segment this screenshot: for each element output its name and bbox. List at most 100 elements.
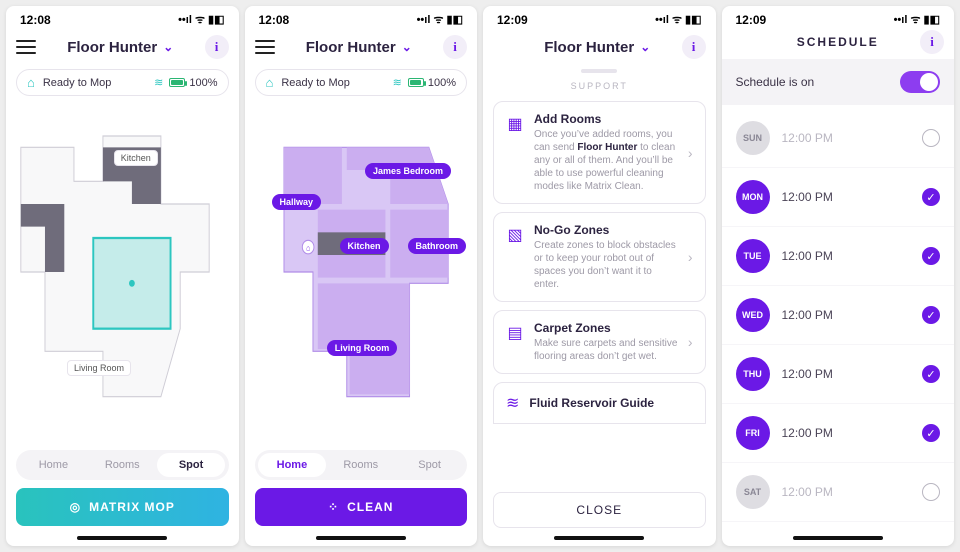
day-chip: SAT [736,475,770,509]
schedule-row-mon[interactable]: MON12:00 PM✓ [722,168,955,227]
day-chip: THU [736,357,770,391]
status-bar: 12:09 ••ıl ᯤ ▮◧ [483,6,716,27]
menu-button[interactable] [255,40,275,54]
matrix-mop-button[interactable]: ◎ MATRIX MOP [16,488,229,526]
device-name: Floor Hunter [67,39,157,56]
screen-support: 12:09 ••ıl ᯤ ▮◧ Floor Hunter ⌄ i SUPPORT… [483,6,716,546]
day-check[interactable]: ✓ [922,306,940,324]
chevron-right-icon: › [688,334,693,350]
info-button[interactable]: i [682,35,706,59]
status-icons: ••ıl ᯤ ▮◧ [655,12,701,27]
toggle-label: Schedule is on [736,75,815,89]
schedule-day-list: SUN12:00 PMMON12:00 PM✓TUE12:00 PM✓WED12… [722,109,955,536]
robot-status-pill[interactable]: ⌂ Ready to Mop ≋ 100% [255,69,468,96]
clock: 12:09 [736,13,767,27]
chevron-down-icon: ⌄ [640,40,650,54]
day-time: 12:00 PM [782,485,833,499]
status-bar: 12:08 ••ıl ᯤ ▮◧ [6,6,239,27]
room-label-living-room: Living Room [67,360,131,376]
card-nogo-zones[interactable]: ▧ No-Go Zones Create zones to block obst… [493,212,706,302]
day-time: 12:00 PM [782,249,833,263]
page-title: SCHEDULE [797,35,879,49]
day-chip: FRI [736,416,770,450]
sheet-title: SUPPORT [493,81,706,91]
schedule-row-fri[interactable]: FRI12:00 PM✓ [722,404,955,463]
home-indicator [554,536,644,540]
schedule-row-tue[interactable]: TUE 12:00 PM ✓ [722,227,955,286]
device-picker[interactable]: Floor Hunter ⌄ [306,39,412,56]
room-pill-kitchen[interactable]: Kitchen [340,238,389,254]
day-chip: SUN [736,121,770,155]
status-bar: 12:08 ••ıl ᯤ ▮◧ [245,6,478,27]
day-chip: TUE [736,239,770,273]
screen-home: 12:08 ••ıl ᯤ ▮◧ Floor Hunter ⌄ i ⌂ Ready… [245,6,478,546]
clock: 12:08 [259,13,290,27]
schedule-row-wed[interactable]: WED 12:00 PM ✓ [722,286,955,345]
carpet-icon: ▤ [506,323,524,343]
day-time: 12:00 PM [782,308,833,322]
info-button[interactable]: i [443,35,467,59]
water-icon: ≋ [506,393,519,413]
day-time: 12:00 PM [782,367,833,381]
mode-segmented[interactable]: Home Rooms Spot [255,450,468,480]
schedule-row-sat[interactable]: SAT 12:00 PM [722,463,955,522]
day-chip: MON [736,180,770,214]
day-check[interactable]: ✓ [922,424,940,442]
clock: 12:08 [20,13,51,27]
schedule-row-thu[interactable]: THU 12:00 PM ✓ [722,345,955,404]
device-picker[interactable]: Floor Hunter ⌄ [544,39,650,56]
battery-indicator: 100% [408,77,456,89]
day-check[interactable]: ✓ [922,247,940,265]
day-check[interactable] [922,483,940,501]
room-pill-bathroom[interactable]: Bathroom [408,238,467,254]
info-button[interactable]: i [920,30,944,54]
chevron-down-icon: ⌄ [163,40,173,54]
room-label-kitchen: Kitchen [114,150,158,166]
schedule-toggle[interactable] [900,71,940,93]
seg-spot[interactable]: Spot [395,453,464,477]
seg-rooms[interactable]: Rooms [88,453,157,477]
nogo-icon: ▧ [506,225,524,245]
chevron-right-icon: › [688,249,693,265]
sparkle-icon: ⁘ [328,500,339,514]
card-text: Once you’ve added rooms, you can send Fl… [534,128,678,193]
floor-map[interactable]: Kitchen Living Room [16,102,229,442]
device-picker[interactable]: Floor Hunter ⌄ [67,39,173,56]
seg-home[interactable]: Home [19,453,88,477]
clean-button[interactable]: ⁘ CLEAN [255,488,468,526]
room-pill-living-room[interactable]: Living Room [327,340,398,356]
seg-rooms[interactable]: Rooms [326,453,395,477]
battery-percent: 100% [189,77,217,89]
home-icon: ⌂ [27,75,35,90]
status-icons: ••ıl ᯤ ▮◧ [894,12,940,27]
status-icons: ••ıl ᯤ ▮◧ [178,12,224,27]
card-add-rooms[interactable]: ▦ Add Rooms Once you’ve added rooms, you… [493,101,706,204]
day-chip: WED [736,298,770,332]
home-icon: ⌂ [266,75,274,90]
chevron-right-icon: › [688,145,693,161]
seg-spot[interactable]: Spot [157,453,226,477]
card-title: Add Rooms [534,112,678,126]
close-button[interactable]: CLOSE [493,492,706,528]
day-check[interactable]: ✓ [922,365,940,383]
robot-status-pill[interactable]: ⌂ Ready to Mop ≋ 100% [16,69,229,96]
floor-map[interactable]: ⌂ Hallway James Bedroom Kitchen Bathroom… [255,102,468,442]
day-check[interactable]: ✓ [922,188,940,206]
card-fluid-reservoir[interactable]: ≋ Fluid Reservoir Guide [493,382,706,424]
room-pill-james[interactable]: James Bedroom [365,163,451,179]
menu-button[interactable] [16,40,36,54]
water-icon: ≋ [393,76,400,89]
seg-home[interactable]: Home [258,453,327,477]
mode-segmented[interactable]: Home Rooms Spot [16,450,229,480]
room-pill-hallway[interactable]: Hallway [272,194,322,210]
fingerprint-icon: ◎ [70,500,81,514]
svg-text:⌂: ⌂ [306,243,310,253]
card-carpet-zones[interactable]: ▤ Carpet Zones Make sure carpets and sen… [493,310,706,374]
info-button[interactable]: i [205,35,229,59]
home-indicator [316,536,406,540]
day-check[interactable] [922,129,940,147]
sheet-grabber[interactable] [581,69,617,73]
screen-spot: 12:08 ••ıl ᯤ ▮◧ Floor Hunter ⌄ i ⌂ Ready… [6,6,239,546]
schedule-row-sun[interactable]: SUN12:00 PM [722,109,955,168]
rooms-icon: ▦ [506,114,524,134]
